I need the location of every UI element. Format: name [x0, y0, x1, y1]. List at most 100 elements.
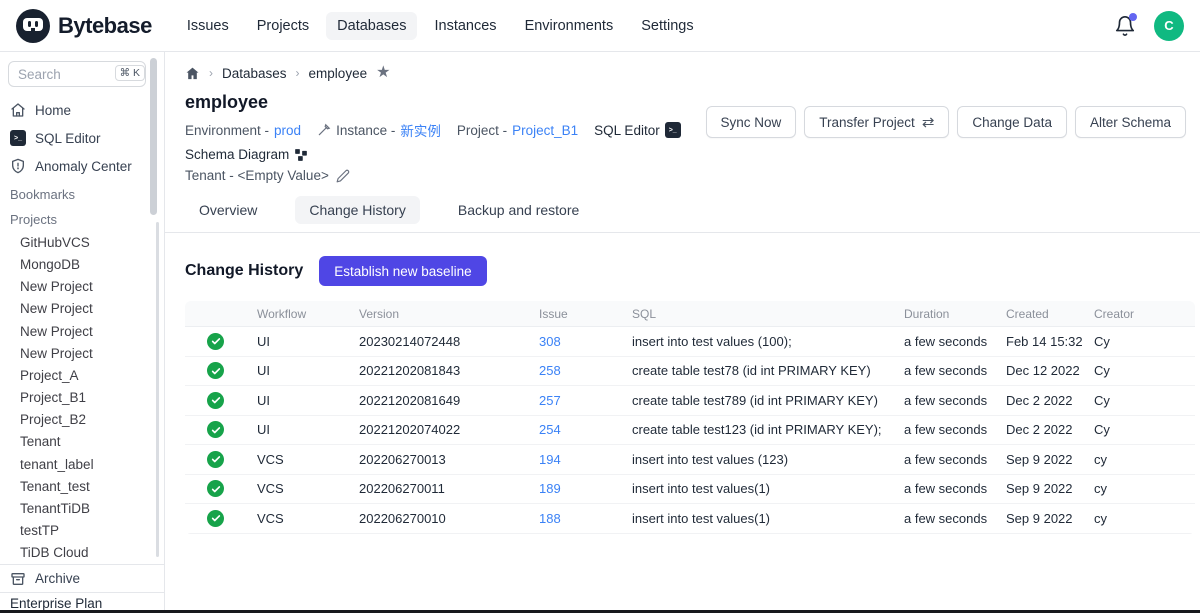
cell-status — [185, 333, 257, 350]
cell-duration: a few seconds — [904, 422, 1006, 437]
sidebar-project-item[interactable]: GitHubVCS — [0, 231, 164, 253]
issue-link[interactable]: 188 — [539, 511, 632, 526]
table-row[interactable]: UI 20221202074022 254 create table test1… — [185, 416, 1195, 446]
cell-sql: insert into test values (100); — [632, 334, 904, 349]
schema-diagram-link[interactable]: Schema Diagram — [185, 147, 308, 162]
cell-duration: a few seconds — [904, 511, 1006, 526]
column-duration: Duration — [904, 307, 1006, 321]
success-check-icon — [207, 392, 224, 409]
cell-created: Feb 14 15:32 — [1006, 334, 1094, 349]
sidebar-item-label: Home — [35, 103, 71, 118]
cell-version: 20221202081649 — [359, 393, 539, 408]
sidebar-item-archive[interactable]: Archive — [0, 564, 164, 592]
bookmarks-section-label: Bookmarks — [0, 183, 164, 206]
issue-link[interactable]: 194 — [539, 452, 632, 467]
cell-workflow: VCS — [257, 452, 359, 467]
table-row[interactable]: VCS 202206270010 188 insert into test va… — [185, 504, 1195, 534]
table-row[interactable]: UI 20221202081649 257 create table test7… — [185, 386, 1195, 416]
sidebar-project-item[interactable]: Tenant_test — [0, 475, 164, 497]
nav-item[interactable]: Projects — [246, 12, 320, 40]
establish-baseline-button[interactable]: Establish new baseline — [319, 256, 486, 286]
table-row[interactable]: VCS 202206270011 189 insert into test va… — [185, 475, 1195, 505]
column-created: Created — [1006, 307, 1094, 321]
breadcrumb-employee[interactable]: employee — [309, 66, 368, 81]
notification-bell-icon[interactable] — [1114, 15, 1136, 37]
sidebar-project-item[interactable]: New Project — [0, 342, 164, 364]
table-row[interactable]: UI 20230214072448 308 insert into test v… — [185, 327, 1195, 357]
cell-workflow: UI — [257, 334, 359, 349]
search-shortcut-badge: ⌘ K — [115, 65, 145, 81]
issue-link[interactable]: 257 — [539, 393, 632, 408]
change-data-button[interactable]: Change Data — [957, 106, 1067, 138]
cell-sql: create table test789 (id int PRIMARY KEY… — [632, 393, 904, 408]
tab[interactable]: Change History — [295, 196, 420, 224]
sidebar-project-item[interactable]: testTP — [0, 520, 164, 542]
breadcrumb: › Databases › employee ★ — [185, 65, 1186, 81]
issue-link[interactable]: 254 — [539, 422, 632, 437]
issue-link[interactable]: 258 — [539, 363, 632, 378]
cell-sql: create table test123 (id int PRIMARY KEY… — [632, 422, 904, 437]
instance-link[interactable]: 新实例 — [400, 120, 441, 140]
sidebar-project-item[interactable]: Project_A — [0, 364, 164, 386]
sidebar-project-item[interactable]: Tenant — [0, 431, 164, 453]
cell-created: Dec 12 2022 — [1006, 363, 1094, 378]
sync-now-button[interactable]: Sync Now — [706, 106, 797, 138]
cell-version: 202206270010 — [359, 511, 539, 526]
sql-editor-link[interactable]: SQL Editor >_ — [594, 122, 681, 138]
success-check-icon — [207, 421, 224, 438]
tab[interactable]: Overview — [185, 196, 271, 224]
table-row[interactable]: VCS 202206270013 194 insert into test va… — [185, 445, 1195, 475]
user-avatar[interactable]: C — [1154, 11, 1184, 41]
sidebar-project-item[interactable]: TiDB Cloud — [0, 542, 164, 564]
nav-item[interactable]: Databases — [326, 12, 417, 40]
environment-link[interactable]: prod — [274, 123, 301, 138]
sidebar-project-item[interactable]: New Project — [0, 298, 164, 320]
bytebase-logo[interactable]: Bytebase — [16, 9, 152, 43]
sidebar-scrollbar[interactable] — [150, 58, 157, 215]
table-row[interactable]: UI 20221202081843 258 create table test7… — [185, 357, 1195, 387]
cell-sql: create table test78 (id int PRIMARY KEY) — [632, 363, 904, 378]
issue-link[interactable]: 308 — [539, 334, 632, 349]
cell-status — [185, 392, 257, 409]
cell-creator: Cy — [1094, 363, 1195, 378]
nav-item[interactable]: Environments — [514, 12, 625, 40]
alter-schema-button[interactable]: Alter Schema — [1075, 106, 1186, 138]
edit-pencil-icon[interactable] — [336, 169, 350, 183]
transfer-project-button[interactable]: Transfer Project ⇄ — [804, 106, 949, 138]
cell-creator: cy — [1094, 511, 1195, 526]
sidebar-project-item[interactable]: tenant_label — [0, 453, 164, 475]
issue-link[interactable]: 189 — [539, 481, 632, 496]
project-link[interactable]: Project_B1 — [512, 123, 578, 138]
project-label: Project - — [457, 123, 507, 138]
sidebar-project-item[interactable]: Project_B1 — [0, 386, 164, 408]
sidebar-item-home[interactable]: Home — [0, 96, 164, 124]
cell-duration: a few seconds — [904, 481, 1006, 496]
cell-duration: a few seconds — [904, 334, 1006, 349]
cell-created: Dec 2 2022 — [1006, 393, 1094, 408]
projects-scrollbar[interactable] — [156, 222, 159, 557]
tab[interactable]: Backup and restore — [444, 196, 593, 224]
projects-section-label: Projects — [0, 209, 164, 232]
nav-item[interactable]: Instances — [423, 12, 507, 40]
nav-item[interactable]: Issues — [176, 12, 240, 40]
favorite-star-icon[interactable]: ★ — [376, 65, 390, 81]
sidebar-item-anomaly-center[interactable]: Anomaly Center — [0, 152, 164, 180]
sidebar-item-label: Anomaly Center — [35, 159, 132, 174]
instance-label: Instance - — [336, 123, 395, 138]
sidebar-project-item[interactable]: MongoDB — [0, 253, 164, 275]
sidebar-project-item[interactable]: Project_B2 — [0, 409, 164, 431]
nav-item[interactable]: Settings — [630, 12, 704, 40]
sidebar-project-item[interactable]: TenantTiDB — [0, 497, 164, 519]
archive-label: Archive — [35, 571, 80, 586]
breadcrumb-databases[interactable]: Databases — [222, 66, 287, 81]
sidebar-item-sql-editor[interactable]: >_ SQL Editor — [0, 124, 164, 152]
sidebar-project-item[interactable]: New Project — [0, 320, 164, 342]
home-breadcrumb-icon[interactable] — [185, 66, 200, 81]
cell-workflow: UI — [257, 393, 359, 408]
cell-status — [185, 451, 257, 468]
brand-name: Bytebase — [58, 13, 152, 39]
success-check-icon — [207, 362, 224, 379]
sidebar-item-label: SQL Editor — [35, 131, 101, 146]
success-check-icon — [207, 333, 224, 350]
sidebar-project-item[interactable]: New Project — [0, 276, 164, 298]
